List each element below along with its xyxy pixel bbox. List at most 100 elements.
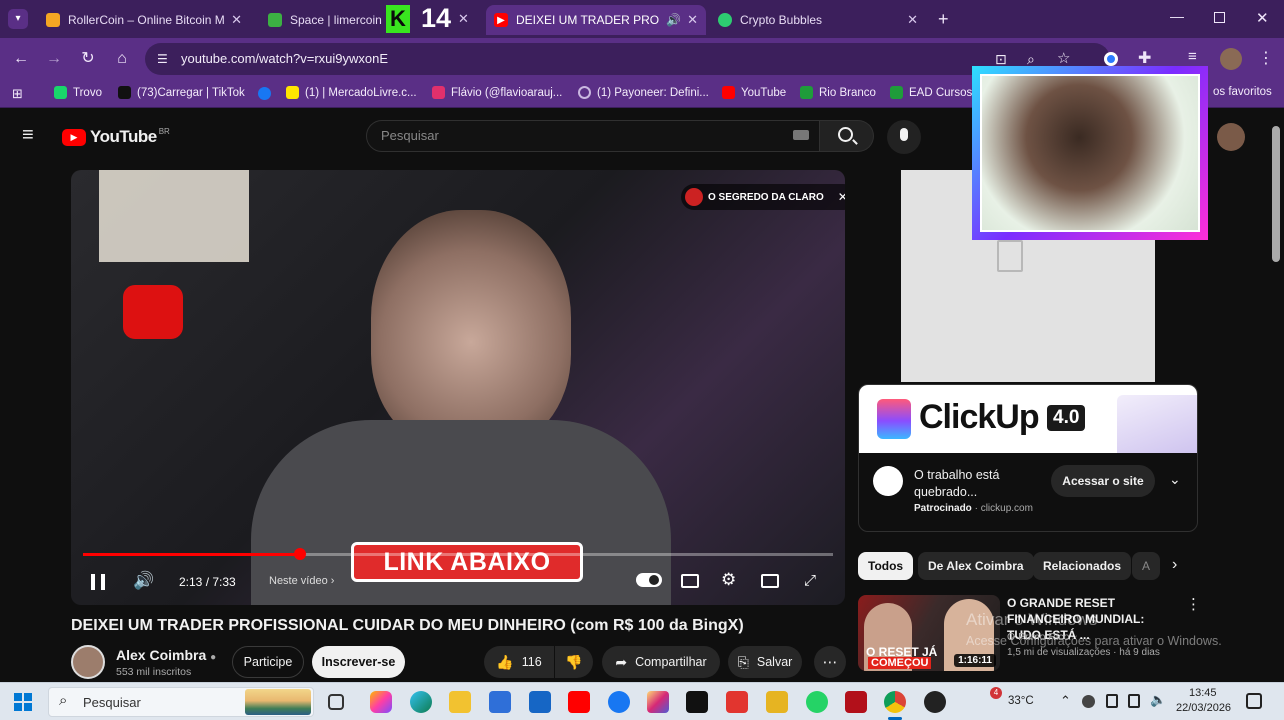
home-icon[interactable]: ⌂ bbox=[111, 48, 133, 70]
video-player[interactable]: O SEGREDO DA CLARO ✕ LINK ABAIXO 🔊 2:13 … bbox=[71, 170, 845, 605]
channel-avatar[interactable] bbox=[71, 645, 105, 679]
keyboard-icon[interactable] bbox=[793, 130, 809, 140]
task-view-icon[interactable] bbox=[328, 694, 344, 710]
bookmark-ead-cursos[interactable]: EAD Cursos c bbox=[890, 86, 981, 99]
fullscreen-icon[interactable]: ⤢ bbox=[804, 572, 816, 589]
chip-all[interactable]: Todos bbox=[858, 552, 914, 580]
weather-temperature[interactable]: 33°C bbox=[1008, 695, 1034, 707]
bookmark-instagram[interactable]: Flávio (@flavioarauj... bbox=[432, 86, 562, 99]
app-yellow-icon[interactable] bbox=[766, 691, 788, 713]
chip-related[interactable]: Relacionados bbox=[1033, 552, 1132, 580]
tab-close-icon[interactable]: ✕ bbox=[225, 12, 242, 28]
search-input[interactable]: Pesquisar bbox=[366, 120, 820, 152]
network-icon[interactable] bbox=[1106, 694, 1118, 708]
chips-next-icon[interactable]: › bbox=[1172, 556, 1177, 574]
tab-close-icon[interactable]: ✕ bbox=[901, 12, 918, 28]
maximize-icon[interactable] bbox=[1214, 12, 1225, 23]
edge-icon[interactable] bbox=[410, 691, 432, 713]
app-red-icon[interactable] bbox=[726, 691, 748, 713]
account-avatar[interactable] bbox=[1217, 123, 1245, 151]
settings-gear-icon[interactable]: ⚙ bbox=[721, 570, 736, 590]
new-tab-plus-icon[interactable]: + bbox=[938, 9, 949, 30]
tray-meter-icon[interactable] bbox=[1128, 694, 1140, 708]
bookmark-payoneer[interactable]: (1) Payoneer: Defini... bbox=[578, 86, 709, 99]
chrome-icon[interactable] bbox=[884, 691, 906, 713]
save-button[interactable]: ⎘ Salvar bbox=[728, 646, 802, 678]
tab-youtube-video[interactable]: ▶ DEIXEI UM TRADER PROFIS 🔊 ✕ bbox=[486, 5, 706, 35]
facebook-icon[interactable] bbox=[258, 87, 271, 100]
ad-cta-button[interactable]: Acessar o site bbox=[1051, 465, 1155, 497]
tab-search-icon[interactable]: ▾ bbox=[8, 9, 28, 29]
volume-tray-icon[interactable]: 🔈 bbox=[1150, 692, 1166, 708]
forward-arrow-icon[interactable]: → bbox=[43, 48, 65, 70]
extension-icon[interactable] bbox=[1104, 52, 1118, 66]
pause-icon[interactable] bbox=[91, 574, 105, 590]
promo-chip[interactable]: O SEGREDO DA CLARO ✕ bbox=[681, 184, 845, 210]
voice-search-button[interactable] bbox=[887, 120, 921, 154]
address-bar[interactable]: ☰ youtube.com/watch?v=rxui9ywxonE ⊡ ⌕ ☆ bbox=[145, 43, 1110, 75]
share-button[interactable]: ➦ Compartilhar bbox=[602, 646, 720, 678]
ad-expand-chevron-icon[interactable]: ⌄ bbox=[1169, 471, 1181, 488]
bookmark-rio-branco[interactable]: Rio Branco bbox=[800, 86, 876, 99]
file-explorer-icon[interactable] bbox=[449, 691, 471, 713]
whatsapp-icon[interactable] bbox=[806, 691, 828, 713]
clock-time[interactable]: 13:45 bbox=[1189, 687, 1217, 699]
tab-close-icon[interactable]: ✕ bbox=[458, 11, 469, 27]
chapter-label[interactable]: Neste vídeo › bbox=[269, 575, 334, 587]
bookmark-mercadolivre[interactable]: (1) | MercadoLivre.c... bbox=[286, 86, 417, 99]
app-dark-icon[interactable] bbox=[924, 691, 946, 713]
all-bookmarks[interactable]: os favoritos bbox=[1213, 86, 1272, 98]
windows-start-icon[interactable] bbox=[14, 693, 32, 711]
browser-menu-icon[interactable]: ⋮ bbox=[1258, 48, 1274, 68]
tray-app-icon[interactable] bbox=[1082, 695, 1095, 708]
autoplay-toggle[interactable] bbox=[636, 573, 662, 587]
youtube-app-icon[interactable] bbox=[568, 691, 590, 713]
media-controls-icon[interactable]: ≡ bbox=[1188, 48, 1197, 65]
back-arrow-icon[interactable]: ← bbox=[10, 48, 32, 70]
bookmark-tiktok[interactable]: (73)Carregar | TikTok bbox=[118, 86, 245, 99]
outlook-icon[interactable] bbox=[529, 691, 551, 713]
store-icon[interactable] bbox=[489, 691, 511, 713]
chip-more[interactable]: A bbox=[1132, 552, 1161, 580]
recommended-thumbnail[interactable]: O RESET JÁ COMEÇOU 1:16:11 bbox=[858, 595, 1000, 671]
minimize-icon[interactable]: — bbox=[1170, 8, 1184, 24]
join-button[interactable]: Participe bbox=[232, 646, 304, 678]
bookmark-youtube[interactable]: YouTube bbox=[722, 86, 786, 99]
reload-icon[interactable]: ↻ bbox=[77, 48, 99, 70]
volume-icon[interactable]: 🔊 bbox=[133, 571, 154, 591]
bookmark-trovo[interactable]: Trovo bbox=[54, 86, 102, 99]
tab-rollercoin[interactable]: RollerCoin – Online Bitcoin Mi ✕ bbox=[38, 5, 250, 35]
miniplayer-icon[interactable] bbox=[761, 574, 779, 588]
profile-avatar[interactable] bbox=[1220, 48, 1242, 70]
more-actions-button[interactable]: ⋯ bbox=[814, 646, 846, 678]
x-app-icon[interactable] bbox=[686, 691, 708, 713]
tab-crypto-bubbles[interactable]: Crypto Bubbles ✕ bbox=[710, 5, 926, 35]
extensions-puzzle-icon[interactable]: ✚ bbox=[1138, 48, 1151, 68]
progress-scrubber[interactable] bbox=[294, 548, 306, 560]
subscribe-button[interactable]: Inscrever-se bbox=[312, 646, 405, 678]
tray-chevron-icon[interactable]: ⌃ bbox=[1060, 693, 1071, 709]
taskbar-search[interactable]: ⌕ Pesquisar bbox=[48, 687, 314, 717]
instagram-app-icon[interactable] bbox=[647, 691, 669, 713]
chip-from-channel[interactable]: De Alex Coimbra bbox=[918, 552, 1034, 580]
window-close-icon[interactable]: ✕ bbox=[1256, 9, 1269, 27]
site-info-icon[interactable]: ☰ bbox=[157, 43, 168, 75]
hamburger-menu-icon[interactable]: ≡ bbox=[22, 124, 34, 147]
speaker-icon[interactable]: 🔊 bbox=[666, 13, 681, 27]
tab-space[interactable]: Space | limercoin.c bbox=[260, 5, 390, 35]
sponsored-ad-card[interactable]: ClickUp 4.0 O trabalho está quebrado... … bbox=[858, 384, 1198, 532]
search-button[interactable] bbox=[820, 120, 874, 152]
clock-date[interactable]: 22/03/2026 bbox=[1176, 702, 1231, 714]
page-scrollbar[interactable] bbox=[1272, 126, 1280, 262]
youtube-logo[interactable]: ▶ YouTube BR bbox=[62, 127, 170, 147]
notifications-icon[interactable] bbox=[1246, 693, 1262, 709]
apps-grid-icon[interactable]: ⊞ bbox=[12, 86, 23, 102]
ad-banner[interactable]: ClickUp 4.0 bbox=[859, 385, 1197, 453]
copilot-icon[interactable] bbox=[370, 691, 392, 713]
app-dark-red-icon[interactable] bbox=[845, 691, 867, 713]
subtitles-icon[interactable] bbox=[681, 574, 699, 588]
promo-close-icon[interactable]: ✕ bbox=[838, 190, 845, 204]
dislike-button[interactable]: 👎 bbox=[555, 646, 593, 678]
recommended-more-icon[interactable]: ⋮ bbox=[1186, 595, 1201, 613]
channel-name[interactable]: Alex Coimbra ● bbox=[116, 647, 216, 663]
